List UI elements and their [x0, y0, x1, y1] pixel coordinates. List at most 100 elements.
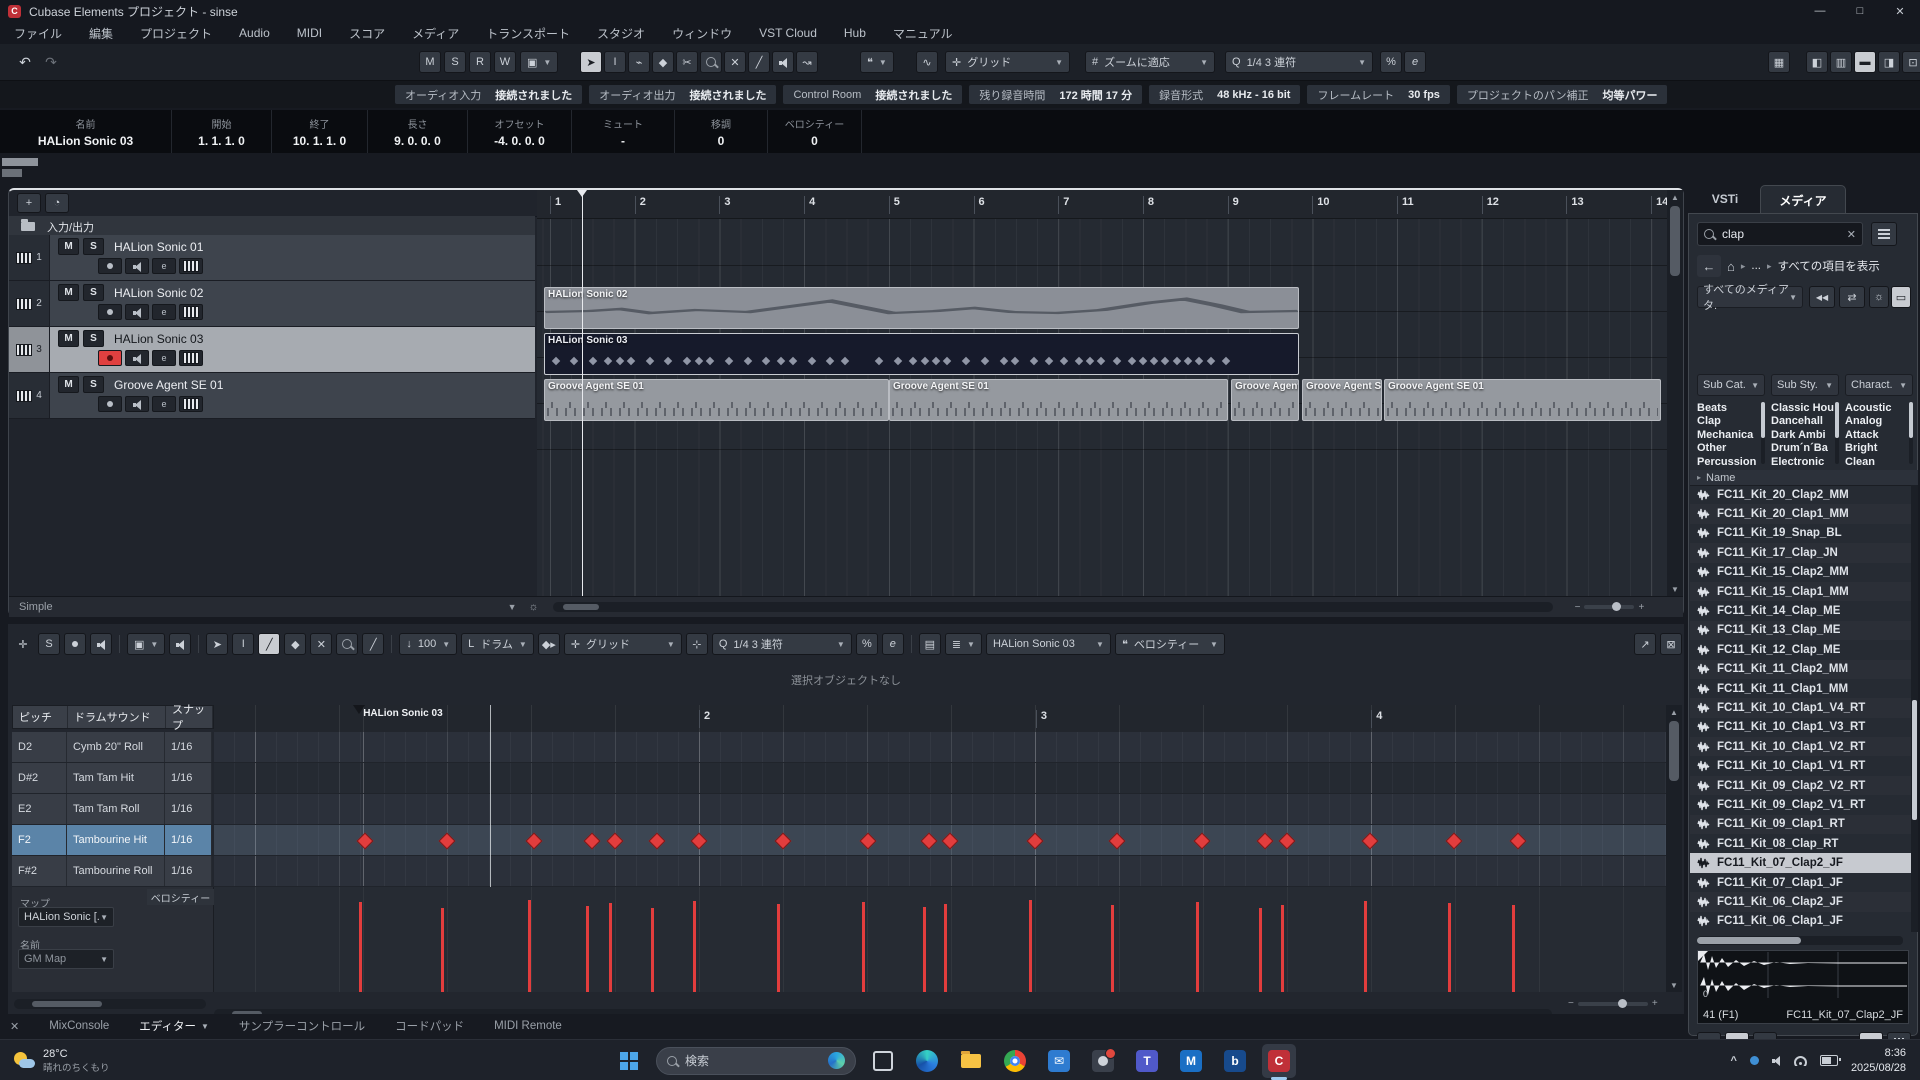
- track-row-halion-sonic-01[interactable]: 1MSHALion Sonic 01e: [9, 235, 535, 281]
- menu-item[interactable]: スタジオ: [597, 25, 645, 42]
- reset-filter-button[interactable]: ◀◀: [1809, 286, 1835, 308]
- media-search-box[interactable]: ✕: [1697, 222, 1863, 246]
- setup-toolbar-button[interactable]: ⊡: [1902, 51, 1920, 73]
- redo-icon[interactable]: ↷: [40, 51, 62, 73]
- explorer-app[interactable]: [954, 1044, 988, 1078]
- piano-view-icon[interactable]: ▤: [919, 633, 941, 655]
- monitor-button[interactable]: [125, 396, 149, 412]
- edit-channel-button[interactable]: e: [152, 258, 176, 274]
- instrument-button[interactable]: [179, 396, 203, 412]
- menu-item[interactable]: スコア: [349, 25, 385, 42]
- camera-app[interactable]: [1086, 1044, 1120, 1078]
- weather-widget[interactable]: 28°C 晴れのちくもり: [14, 1048, 164, 1074]
- file-row[interactable]: FC11_Kit_11_Clap1_MM: [1690, 679, 1911, 698]
- lower-tab-サンプラーコントロール[interactable]: サンプラーコントロール: [239, 1018, 365, 1034]
- filter-item[interactable]: Beats: [1697, 402, 1765, 415]
- drum-grid-row[interactable]: [214, 763, 1666, 794]
- filter-header-2[interactable]: Sub Sty.▼: [1771, 374, 1839, 396]
- chrome-app[interactable]: [998, 1044, 1032, 1078]
- filter-header-3[interactable]: Charact.▼: [1845, 374, 1913, 396]
- scrollbar-thumb[interactable]: [1669, 721, 1679, 781]
- timeline-ruler[interactable]: 1234567891011121314: [537, 190, 1667, 219]
- solo-button[interactable]: S: [83, 330, 104, 347]
- drum-row-f2[interactable]: F2Tambourine Hit1/16: [12, 825, 214, 856]
- insert-velocity-dropdown[interactable]: ↓ 100▼: [399, 633, 457, 655]
- file-row[interactable]: FC11_Kit_09_Clap2_V1_RT: [1690, 795, 1911, 814]
- home-icon[interactable]: ⌂: [1727, 259, 1735, 274]
- file-row[interactable]: FC11_Kit_15_Clap1_MM: [1690, 582, 1911, 601]
- column-header-1[interactable]: ピッチ: [13, 706, 68, 728]
- velocity-bar[interactable]: [693, 901, 696, 992]
- velocity-bar[interactable]: [777, 904, 780, 992]
- velocity-bar[interactable]: [609, 903, 612, 992]
- file-row[interactable]: FC11_Kit_07_Clap2_JF: [1690, 853, 1911, 872]
- midi-event[interactable]: Groove Agent SE 01: [544, 379, 889, 421]
- menu-item[interactable]: プロジェクト: [140, 25, 212, 42]
- scrollbar-thumb[interactable]: [563, 604, 599, 610]
- gm-map-dropdown[interactable]: GM Map▼: [18, 949, 114, 969]
- right-zone-toggle[interactable]: ◨: [1878, 51, 1900, 73]
- preview-waveform[interactable]: 0 41 (F1) FC11_Kit_07_Clap2_JF: [1697, 950, 1909, 1024]
- mute-button[interactable]: M: [58, 330, 79, 347]
- velocity-bar[interactable]: [944, 904, 947, 992]
- grid-type-dropdown[interactable]: # ズームに適応▼: [1085, 51, 1215, 73]
- gear-icon[interactable]: ☼: [1869, 286, 1889, 308]
- record-in-editor-button[interactable]: [64, 633, 86, 655]
- quantize-dropdown[interactable]: Q 1/4 3 連符▼: [1225, 51, 1373, 73]
- filter-scrollbar[interactable]: [1909, 402, 1913, 464]
- edit-channel-button[interactable]: e: [152, 396, 176, 412]
- horizontal-zoom-slider[interactable]: − +: [1575, 602, 1645, 613]
- editor-zoom-tool[interactable]: [336, 633, 358, 655]
- velocity-bar[interactable]: [441, 908, 444, 992]
- editor-quantize-dropdown[interactable]: Q 1/4 3 連符▼: [712, 633, 852, 655]
- snap-curve-icon[interactable]: ∿: [916, 51, 938, 73]
- list-view-button[interactable]: [1871, 222, 1897, 246]
- zoom-knob[interactable]: [1618, 999, 1627, 1008]
- close-editor-icon[interactable]: ⊠: [1660, 633, 1682, 655]
- velocity-bar[interactable]: [1281, 905, 1284, 992]
- status-chip[interactable]: オーディオ出力接続されました: [589, 85, 776, 104]
- volume-icon[interactable]: [1772, 1056, 1781, 1065]
- breadcrumb-ellipsis[interactable]: ...: [1751, 260, 1761, 272]
- office-app[interactable]: M: [1174, 1044, 1208, 1078]
- automation-w-button[interactable]: W: [494, 51, 516, 73]
- file-row[interactable]: FC11_Kit_19_Snap_BL: [1690, 524, 1911, 543]
- filter-item[interactable]: Attack: [1845, 429, 1913, 442]
- gear-icon[interactable]: ☼: [529, 601, 539, 613]
- menu-item[interactable]: 編集: [89, 25, 113, 42]
- velocity-bar[interactable]: [359, 902, 362, 992]
- task-view-button[interactable]: [866, 1044, 900, 1078]
- midi-event[interactable]: Groove Agent SE 01: [1384, 379, 1661, 421]
- filter-item[interactable]: Acoustic: [1845, 402, 1913, 415]
- tab-dropdown-icon[interactable]: ▼: [201, 1022, 209, 1031]
- scroll-down-icon[interactable]: ▼: [1667, 582, 1683, 596]
- arrange-vertical-scrollbar[interactable]: ▲ ▼: [1667, 190, 1683, 596]
- midi-event[interactable]: Groove Agent S: [1231, 379, 1299, 421]
- window-mode-button[interactable]: ▭: [1891, 286, 1911, 308]
- lower-zone-toggle[interactable]: ▬: [1854, 51, 1876, 73]
- lower-tab-コードパッド[interactable]: コードパッド: [395, 1018, 464, 1034]
- filter-item[interactable]: Bright: [1845, 442, 1913, 455]
- monitor-button[interactable]: [125, 304, 149, 320]
- file-row[interactable]: FC11_Kit_10_Clap1_V2_RT: [1690, 737, 1911, 756]
- velocity-bar[interactable]: [1029, 900, 1032, 992]
- solo-editor-button[interactable]: S: [38, 633, 60, 655]
- track-preset-button[interactable]: ◔: [45, 193, 69, 213]
- start-button[interactable]: [612, 1044, 646, 1078]
- left-zone-toggle[interactable]: ◧: [1806, 51, 1828, 73]
- midi-event[interactable]: Groove Agent SE 01: [889, 379, 1228, 421]
- file-row[interactable]: FC11_Kit_10_Clap1_V1_RT: [1690, 756, 1911, 775]
- automation-s-button[interactable]: S: [444, 51, 466, 73]
- editor-erase-tool[interactable]: ◆: [284, 633, 306, 655]
- scrollbar-thumb[interactable]: [1670, 206, 1680, 276]
- filter-item[interactable]: Electronic: [1771, 456, 1839, 466]
- filter-item[interactable]: Clean: [1845, 456, 1913, 466]
- file-row[interactable]: FC11_Kit_20_Clap1_MM: [1690, 504, 1911, 523]
- edit-channel-button[interactable]: e: [152, 304, 176, 320]
- file-row[interactable]: FC11_Kit_10_Clap1_V3_RT: [1690, 718, 1911, 737]
- pin-icon[interactable]: ✛: [12, 633, 34, 655]
- lower-tab-midi-remote[interactable]: MIDI Remote: [494, 1020, 562, 1032]
- divider-handle[interactable]: [2, 158, 38, 166]
- file-row[interactable]: FC11_Kit_20_Clap2_MM: [1690, 485, 1911, 504]
- filter-item[interactable]: Other: [1697, 442, 1765, 455]
